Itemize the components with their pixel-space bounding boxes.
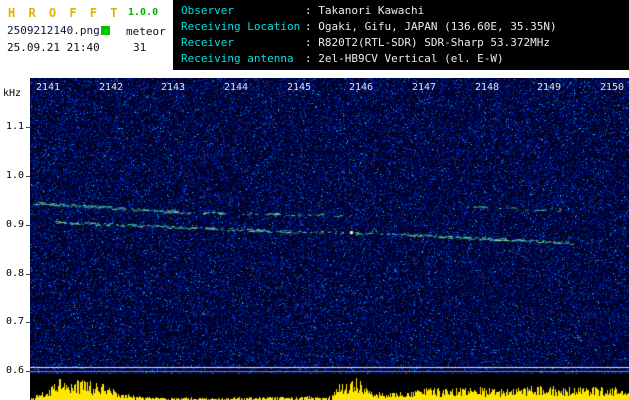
info-value: : Ogaki, Gifu, JAPAN (136.60E, 35.35N) (305, 20, 557, 33)
info-row-antenna: Receiving antenna : 2el-HB9CV Vertical (… (173, 51, 629, 67)
recording-status-indicator (101, 26, 110, 35)
y-axis-tickmark (26, 274, 30, 275)
x-axis-tick: 2145 (286, 82, 312, 93)
signal-level-canvas (30, 374, 629, 400)
info-label: Observer (181, 4, 234, 17)
y-axis-tick: 0.9 (5, 219, 24, 230)
info-label: Receiving antenna (181, 52, 294, 65)
info-value: : R820T2(RTL-SDR) SDR-Sharp 53.372MHz (305, 36, 551, 49)
x-axis-tick: 2143 (160, 82, 186, 93)
x-axis-tick: 2144 (223, 82, 249, 93)
y-axis-tick: 0.7 (5, 316, 24, 327)
x-axis-tick: 2147 (411, 82, 437, 93)
echo-count: 31 (133, 41, 147, 54)
y-axis-tickmark (26, 225, 30, 226)
y-axis-tickmark (26, 176, 30, 177)
spectrogram-canvas (30, 78, 629, 374)
info-row-location: Receiving Location : Ogaki, Gifu, JAPAN … (173, 19, 629, 35)
y-axis-tick: 1.1 (5, 121, 24, 132)
app-version: 1.0.0 (128, 7, 159, 18)
x-axis-tick: 2148 (474, 82, 500, 93)
y-axis-unit: kHz (3, 88, 22, 99)
info-value: : 2el-HB9CV Vertical (el. E-W) (305, 52, 504, 65)
mode-label: meteor (126, 25, 166, 38)
output-filename: 2509212140.png (7, 24, 100, 37)
info-label: Receiver (181, 36, 234, 49)
app-title: H R O F F T (8, 6, 121, 20)
y-axis-tick: 1.0 (5, 170, 24, 181)
timestamp-label: 25.09.21 21:40 (7, 41, 100, 54)
y-axis-tickmark (26, 322, 30, 323)
info-row-observer: Observer : Takanori Kawachi (173, 3, 629, 19)
info-label: Receiving Location (181, 20, 301, 33)
y-axis-tickmark (26, 127, 30, 128)
observer-info-panel: Observer : Takanori Kawachi Receiving Lo… (173, 0, 629, 70)
hrofft-window: H R O F F T 1.0.0 2509212140.png meteor … (0, 0, 629, 400)
info-value: : Takanori Kawachi (305, 4, 425, 17)
y-axis-tickmark (26, 371, 30, 372)
y-axis-tick: 0.8 (5, 268, 24, 279)
x-axis-tick: 2142 (98, 82, 124, 93)
x-axis-tick: 2149 (536, 82, 562, 93)
x-axis-tick: 2146 (348, 82, 374, 93)
x-axis-tick: 2141 (35, 82, 61, 93)
x-axis-tick: 2150 (599, 82, 625, 93)
info-row-receiver: Receiver : R820T2(RTL-SDR) SDR-Sharp 53.… (173, 35, 629, 51)
y-axis-tick: 0.6 (5, 365, 24, 376)
